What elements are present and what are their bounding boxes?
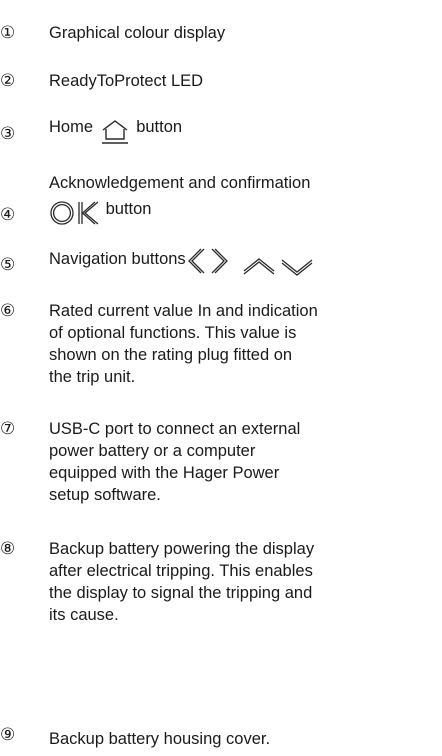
item-number: ③	[0, 124, 16, 143]
item-text: Navigation buttons	[49, 250, 186, 268]
chevron-up-icon	[242, 258, 276, 276]
chevron-down-icon	[280, 258, 314, 276]
item-text: button	[136, 118, 183, 136]
item-number: ④	[0, 205, 16, 224]
item-number: ⑨	[0, 725, 16, 744]
ok-icon	[49, 200, 101, 226]
chevron-left-icon	[187, 246, 206, 276]
item-text: USB-C port to connect an external power …	[49, 420, 301, 504]
item-number: ⑦	[0, 419, 16, 438]
item-number: ⑥	[0, 301, 16, 320]
item-number: ⑤	[0, 255, 16, 274]
item-text: Backup battery housing cover.	[49, 730, 271, 748]
item-text: Graphical colour display	[49, 24, 226, 42]
item-text: button	[105, 200, 152, 218]
item-number: ①	[0, 23, 16, 42]
item-text: Home	[49, 118, 94, 136]
item-text: Backup battery powering the display afte…	[49, 540, 315, 624]
item-number: ②	[0, 71, 16, 90]
home-icon	[100, 118, 130, 145]
item-number: ⑧	[0, 539, 16, 558]
item-text: Acknowledgement and confirmation	[49, 174, 311, 192]
item-text: ReadyToProtect LED	[49, 72, 204, 90]
item-text: Rated current value In and indication of…	[49, 302, 318, 386]
chevron-right-icon	[210, 246, 228, 276]
